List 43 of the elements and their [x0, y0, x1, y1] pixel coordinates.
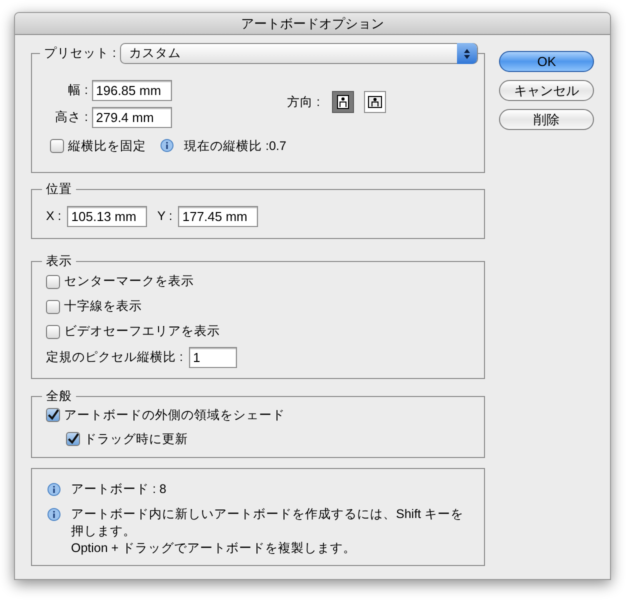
checkbox[interactable]	[46, 324, 60, 338]
x-field[interactable]: 105.13 mm	[67, 206, 148, 226]
y-field[interactable]: 177.45 mm	[178, 206, 258, 226]
checkbox-label: ドラッグ時に更新	[84, 430, 188, 448]
height-field[interactable]: 279.4 mm	[92, 107, 172, 128]
window-title: アートボードオプション	[241, 14, 384, 33]
checkbox[interactable]	[50, 139, 64, 154]
group-title: 位置	[42, 181, 76, 197]
pixel-ratio-field[interactable]: 1	[188, 347, 237, 368]
checkbox[interactable]	[66, 432, 80, 446]
group-title: 全般	[42, 388, 76, 404]
x-label: X :	[46, 208, 62, 225]
checkbox[interactable]	[46, 408, 60, 422]
landscape-page-icon	[368, 96, 382, 108]
orientation-label: 方向 :	[287, 94, 320, 111]
dialog-button[interactable]: キャンセル	[499, 80, 594, 101]
width-field[interactable]: 196.85 mm	[92, 80, 172, 101]
checkbox-label: アートボードの外側の領域をシェード	[64, 406, 285, 424]
checkbox[interactable]	[46, 274, 60, 288]
portrait-button[interactable]	[332, 91, 354, 113]
checkbox-label: 縦横比を固定	[68, 138, 146, 155]
landscape-button[interactable]	[364, 91, 386, 113]
checkbox-label: ビデオセーフエリアを表示	[64, 323, 220, 340]
portrait-page-icon	[336, 95, 349, 109]
y-label: Y :	[157, 208, 172, 225]
checkbox-label: センターマークを表示	[64, 273, 194, 290]
info-text: アートボード : 8	[71, 481, 168, 498]
preset-dropdown[interactable]: カスタム	[120, 43, 478, 64]
ok-button[interactable]: OK	[499, 51, 594, 72]
info-icon	[160, 139, 174, 154]
info-icon	[47, 508, 61, 522]
info-text: アートボード内に新しいアートボードを作成するには、Shift キーを押します。	[71, 506, 464, 540]
checkbox-label: 十字線を表示	[64, 298, 142, 316]
dialog-button[interactable]: 削除	[499, 109, 594, 130]
height-label: 高さ :	[54, 109, 89, 126]
group-title: 表示	[42, 253, 76, 269]
aspect-ratio-text: 現在の縦横比 :0.7	[184, 138, 286, 155]
info-text: Option + ドラッグでアートボードを複製します。	[71, 540, 358, 557]
pixel-ratio-label: 定規のピクセル縦横比 :	[46, 349, 183, 366]
stepper-icon	[457, 43, 478, 64]
checkbox[interactable]	[46, 300, 60, 314]
width-label: 幅 :	[67, 82, 89, 100]
info-icon	[47, 483, 61, 497]
